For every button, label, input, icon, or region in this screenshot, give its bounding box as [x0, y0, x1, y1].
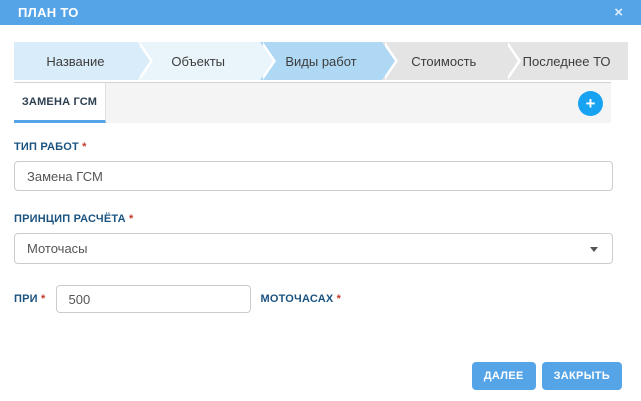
- modal-title: ПЛАН ТО: [18, 5, 79, 20]
- chevron-right-icon: [382, 42, 395, 80]
- wizard-step-name[interactable]: Название: [14, 42, 137, 80]
- next-button[interactable]: ДАЛЕЕ: [472, 362, 536, 390]
- dropdown-caret-icon: [590, 247, 598, 252]
- wizard-step-objects[interactable]: Объекты: [137, 42, 260, 80]
- add-work-type-button[interactable]: +: [578, 91, 603, 116]
- required-asterisk: *: [337, 293, 341, 305]
- interval-label-before: ПРИ *: [14, 293, 46, 305]
- wizard-step-cost[interactable]: Стоимость: [382, 42, 505, 80]
- chevron-right-icon: [260, 42, 273, 80]
- close-button[interactable]: ЗАКРЫТЬ: [542, 362, 622, 390]
- required-asterisk: *: [129, 213, 133, 225]
- chevron-right-icon: [137, 42, 150, 80]
- calc-principle-select[interactable]: Моточасы: [14, 233, 613, 264]
- work-type-input[interactable]: [14, 161, 613, 191]
- interval-row: ПРИ * МОТОЧАСАХ *: [14, 285, 613, 313]
- wizard-step-label: Название: [46, 54, 104, 69]
- required-asterisk: *: [41, 293, 45, 305]
- chevron-right-icon: [505, 42, 518, 80]
- work-type-form: ТИП РАБОТ * ПРИНЦИП РАСЧЁТА * Моточасы П…: [0, 123, 641, 313]
- wizard-steps: Название Объекты Виды работ Стоимость По…: [14, 42, 628, 80]
- wizard-step-label: Объекты: [171, 54, 225, 69]
- wizard-step-work-types[interactable]: Виды работ: [260, 42, 383, 80]
- work-type-label: ТИП РАБОТ *: [14, 141, 613, 153]
- tab-label: ЗАМЕНА ГСМ: [22, 96, 97, 108]
- close-icon[interactable]: ×: [614, 5, 623, 20]
- wizard-step-label: Последнее ТО: [523, 54, 611, 69]
- modal-header: ПЛАН ТО ×: [0, 0, 641, 25]
- work-types-tabbar: ЗАМЕНА ГСМ +: [14, 82, 611, 123]
- interval-value-input[interactable]: [56, 285, 251, 313]
- interval-label-after: МОТОЧАСАХ *: [261, 293, 342, 305]
- required-asterisk: *: [82, 141, 86, 153]
- calc-principle-label: ПРИНЦИП РАСЧЁТА *: [14, 213, 613, 225]
- wizard-step-last-maintenance[interactable]: Последнее ТО: [505, 42, 628, 80]
- modal-footer: ДАЛЕЕ ЗАКРЫТЬ: [472, 362, 622, 390]
- tab-zamena-gsm[interactable]: ЗАМЕНА ГСМ: [14, 83, 106, 123]
- wizard-step-label: Виды работ: [285, 54, 356, 69]
- select-value: Моточасы: [27, 241, 88, 256]
- plus-icon: +: [586, 95, 596, 112]
- wizard-step-label: Стоимость: [411, 54, 476, 69]
